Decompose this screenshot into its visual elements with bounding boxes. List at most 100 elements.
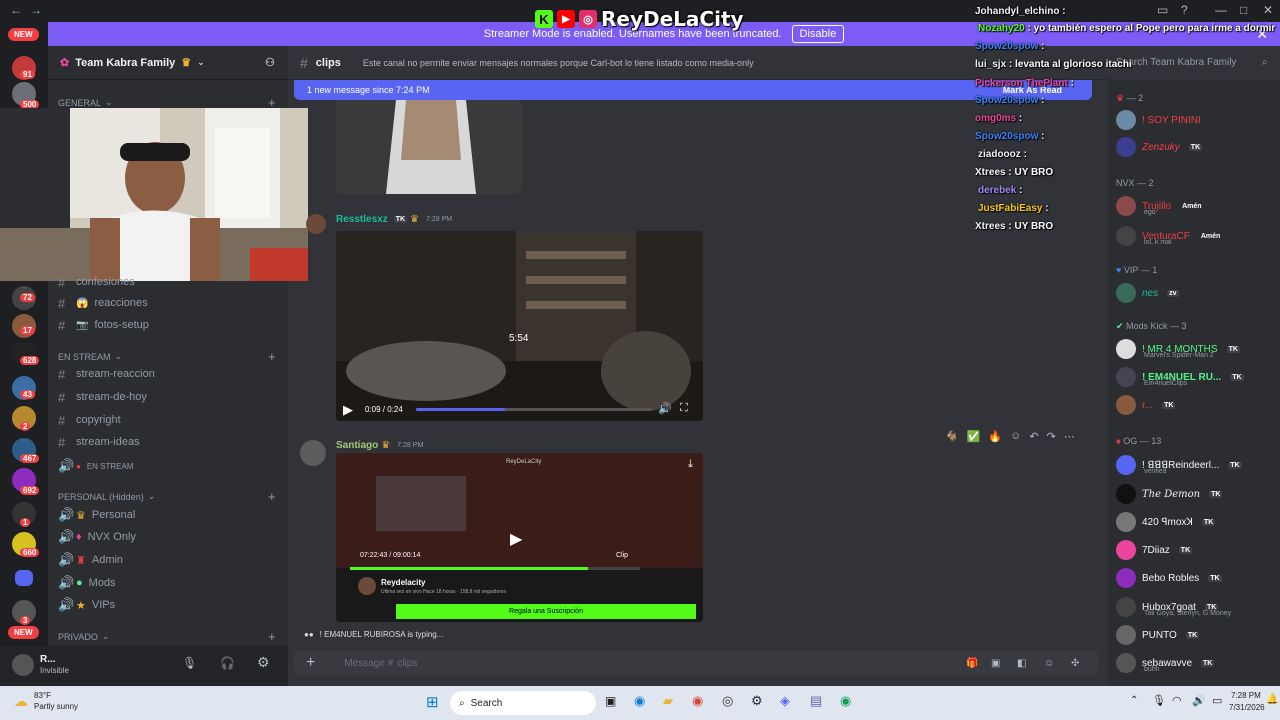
volume-icon[interactable]: 🔊 — [658, 402, 672, 415]
member-row[interactable]: ! MR 4 MONTHS TK Marvel's Spider-Man 2 — [1116, 336, 1276, 362]
voice-channel-en-stream[interactable]: 🔊 ● EN STREAM — [58, 456, 283, 476]
category-en-stream[interactable]: EN STREAM ⌄ + — [58, 349, 276, 364]
steam-icon[interactable]: ⚙ — [751, 693, 763, 709]
avatar[interactable] — [306, 214, 326, 234]
apps-icon[interactable]: ✣ — [1071, 658, 1079, 669]
notification-bell-icon[interactable]: 🔔 — [1266, 694, 1278, 705]
emoji-icon[interactable]: ☺ — [1044, 658, 1054, 669]
member-row[interactable]: Bebo Robles TK — [1116, 565, 1276, 591]
channel-stream-reaccion[interactable]: # stream-reaccion — [58, 364, 283, 384]
play-icon[interactable]: ▶ — [343, 402, 353, 418]
add-attachment-icon[interactable]: + — [306, 654, 315, 672]
new-unreads-pill-bottom[interactable]: NEW — [8, 626, 39, 639]
gift-subscription-button[interactable]: Regala una Suscripción — [396, 604, 696, 619]
discord-icon[interactable]: ◈ — [780, 693, 790, 709]
member-row[interactable]: 7Diiaz TK — [1116, 537, 1276, 563]
search-input[interactable]: Search Team Kabra Family ⌕ — [1116, 52, 1274, 72]
maximize-icon[interactable]: □ — [1240, 3, 1247, 17]
video-seek-bar[interactable] — [416, 408, 652, 411]
minimize-icon[interactable]: — — [1215, 3, 1227, 17]
category-privado[interactable]: PRIVADO ⌄ + — [58, 629, 276, 644]
message-author[interactable]: Santiago — [336, 440, 378, 451]
embed-video-player[interactable]: ReyDeLaCity 07:22:43 / 09:00:14 Clip ⤓ ▶… — [336, 453, 703, 622]
channel-reacciones[interactable]: # 😱 reacciones — [58, 293, 283, 313]
voice-channel-nvx-only[interactable]: 🔊 ♦ NVX Only — [58, 527, 283, 547]
chrome-profile-icon[interactable]: ◉ — [840, 693, 851, 709]
message-author[interactable]: Resstlesxz — [336, 214, 388, 225]
add-channel-icon[interactable]: + — [268, 629, 276, 644]
fire-reaction-icon[interactable]: 🔥 — [988, 430, 1002, 443]
sticker-icon[interactable]: ◧ — [1017, 658, 1026, 669]
gift-icon[interactable]: 🎁 — [966, 658, 978, 669]
tray-chevron-icon[interactable]: ⌃ — [1130, 695, 1138, 706]
member-row[interactable]: VenturaCF Amén lol, k mal — [1116, 223, 1276, 249]
more-icon[interactable]: ⋯ — [1064, 430, 1075, 443]
file-explorer-icon[interactable]: ▰ — [663, 693, 673, 709]
member-row[interactable]: Zenzuky TK — [1116, 134, 1276, 160]
avatar[interactable] — [12, 654, 34, 676]
member-row[interactable]: Hubox7goat TK Tali Goya, Sterlyn, G Money — [1116, 594, 1276, 620]
reaction-icon[interactable]: 🐐 — [945, 430, 959, 443]
voice-channel-personal[interactable]: 🔊 ♛ Personal — [58, 505, 283, 525]
add-channel-icon[interactable]: + — [268, 349, 276, 364]
taskbar-search[interactable]: ⌕ Search — [450, 691, 596, 715]
member-row[interactable]: ! ꓭꓭꓭReindeerl... TK verified — [1116, 452, 1276, 478]
volume-icon[interactable]: 🔊 — [1192, 694, 1206, 707]
member-row[interactable]: 420 ꟼmoxꓘ TK — [1116, 509, 1276, 535]
member-row[interactable]: ! EM4NUEL RU... TK Em4nuelClips — [1116, 364, 1276, 390]
help-icon[interactable]: ? — [1181, 3, 1188, 17]
teams-icon[interactable]: ▤ — [810, 693, 822, 709]
disable-streamer-mode-button[interactable]: Disable — [791, 25, 845, 43]
message-composer[interactable]: + Message # clips 🎁 ▣ ◧ ☺ ✣ — [294, 650, 1098, 676]
app-icon[interactable]: ◎ — [722, 693, 733, 709]
category-general[interactable]: GENERAL ⌄ + — [58, 95, 276, 110]
server-header[interactable]: ✿ Team Kabra Family ♛ ⌄ ⚇ — [48, 46, 288, 80]
avatar[interactable] — [300, 440, 326, 466]
channel-confesiones[interactable]: # confesiones — [58, 272, 283, 292]
add-reaction-icon[interactable]: ☺ — [1010, 430, 1021, 443]
reply-icon[interactable]: ↶ — [1029, 430, 1038, 443]
voice-channel-mods[interactable]: 🔊 ● Mods — [58, 573, 283, 593]
channel-fotos-setup[interactable]: # 📷 fotos-setup — [58, 315, 283, 335]
clip-button[interactable]: Clip — [616, 552, 628, 559]
edge-icon[interactable]: ◉ — [634, 693, 645, 709]
add-channel-icon[interactable]: + — [268, 489, 276, 504]
forward-arrow-icon[interactable]: → — [30, 3, 42, 17]
clock-date[interactable]: 7/31/2026 — [1229, 703, 1265, 712]
video-player[interactable]: 5:54 ▶ 0:09 / 0:24 🔊 ⛶ — [336, 231, 703, 421]
member-row[interactable]: The Demon TK — [1116, 481, 1276, 507]
invite-people-icon[interactable]: ⚇ — [265, 56, 275, 69]
inbox-icon[interactable]: ▭ — [1157, 3, 1168, 17]
fullscreen-icon[interactable]: ⛶ — [680, 402, 688, 415]
headphones-icon[interactable]: 🎧 — [220, 656, 235, 670]
voice-channel-vips[interactable]: 🔊 ★ VIPs — [58, 595, 283, 615]
window-close-icon[interactable]: ✕ — [1263, 3, 1273, 17]
play-icon[interactable]: ▶ — [510, 529, 522, 549]
gif-icon[interactable]: ▣ — [991, 658, 1000, 669]
channel-stream-ideas[interactable]: # stream-ideas — [58, 432, 283, 452]
microphone-icon[interactable]: 🎙 — [1152, 694, 1166, 707]
battery-icon[interactable]: ▭ — [1212, 694, 1222, 707]
channel-copyright[interactable]: # copyright — [58, 410, 283, 430]
player-progress-track[interactable] — [350, 567, 640, 570]
forward-icon[interactable]: ↷ — [1047, 430, 1056, 443]
download-icon[interactable]: ⤓ — [688, 458, 693, 471]
folder-icon[interactable] — [15, 570, 33, 586]
category-personal[interactable]: PERSONAL (Hidden) ⌄ + — [58, 489, 276, 504]
new-messages-bar[interactable]: 1 new message since 7:24 PM Mark As Read — [294, 80, 1092, 100]
channel-stream-de-hoy[interactable]: # stream-de-hoy — [58, 387, 283, 407]
member-row[interactable]: nes zv — [1116, 280, 1276, 306]
wifi-icon[interactable]: ◠ — [1172, 694, 1182, 707]
check-reaction-icon[interactable]: ✅ — [967, 430, 981, 443]
message-image[interactable] — [336, 100, 522, 194]
back-arrow-icon[interactable]: ← — [10, 3, 22, 17]
member-row[interactable]: ! SOY PININI — [1116, 107, 1276, 133]
member-row[interactable]: Trujillo Amén ego — [1116, 193, 1276, 219]
clock-time[interactable]: 7:28 PM — [1231, 691, 1261, 700]
task-view-icon[interactable]: ▣ — [605, 694, 616, 708]
new-unreads-pill-top[interactable]: NEW — [8, 28, 39, 41]
settings-gear-icon[interactable]: ⚙ — [257, 654, 270, 671]
chrome-icon[interactable]: ◉ — [692, 693, 703, 709]
member-row[interactable]: PUNTO TK — [1116, 622, 1276, 648]
windows-start-icon[interactable]: ⊞ — [426, 693, 439, 711]
